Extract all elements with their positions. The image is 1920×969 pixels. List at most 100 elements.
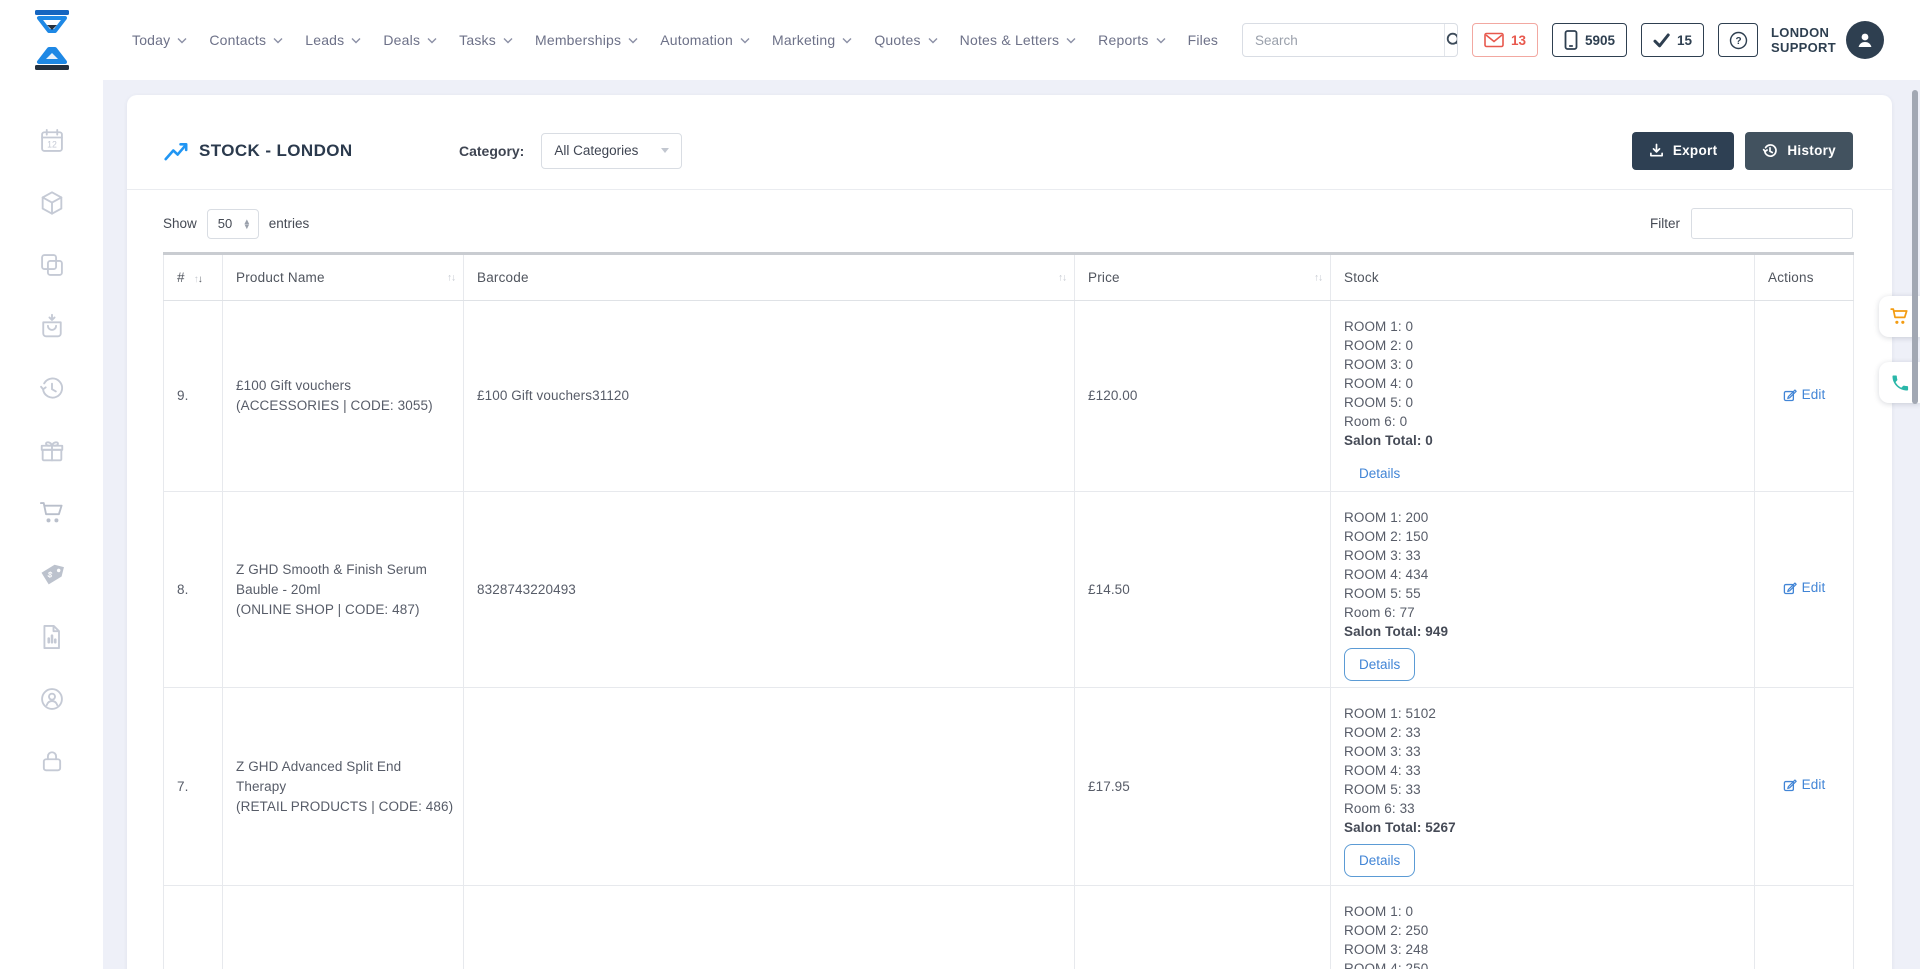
app-logo-icon[interactable]: [30, 9, 74, 71]
column-header-stock[interactable]: Stock: [1331, 254, 1755, 301]
calls-count: 5905: [1585, 33, 1615, 48]
products-cube-icon: [38, 189, 66, 217]
column-header-actions: Actions: [1755, 254, 1854, 301]
user-avatar[interactable]: [1846, 21, 1884, 59]
cell-barcode: 8328743220493: [464, 492, 1075, 688]
nav-marketing[interactable]: Marketing: [772, 32, 852, 48]
tasks-indicator[interactable]: 15: [1641, 23, 1704, 57]
nav-reports[interactable]: Reports: [1098, 32, 1165, 48]
cart-icon: [38, 499, 66, 527]
chevron-down-icon: [1066, 37, 1076, 44]
sidebar-item-copy[interactable]: [38, 251, 66, 279]
price-tag-icon: $: [38, 561, 66, 589]
cart-icon: [1889, 306, 1910, 327]
cell-num: [164, 886, 223, 969]
edit-link[interactable]: Edit: [1783, 775, 1826, 795]
column-header-product-name[interactable]: Product Name↑↓: [223, 254, 464, 301]
sidebar-item-stock-report[interactable]: [38, 623, 66, 651]
details-button[interactable]: Details: [1344, 648, 1415, 681]
nav-tasks[interactable]: Tasks: [459, 32, 513, 48]
sidebar-item-security[interactable]: [38, 747, 66, 775]
column-header-price[interactable]: Price↑↓: [1075, 254, 1331, 301]
stock-report-icon: [38, 623, 66, 651]
salon-total: Salon Total: 5267: [1344, 818, 1754, 837]
edit-link[interactable]: Edit: [1783, 385, 1826, 405]
header-buttons: Export History: [1632, 132, 1853, 170]
column-header-num[interactable]: #↑↓: [164, 254, 223, 301]
table-row: 7. Z GHD Advanced Split End Therapy (RET…: [164, 688, 1854, 886]
lock-icon: [38, 747, 66, 775]
nav-memberships[interactable]: Memberships: [535, 32, 638, 48]
sidebar-item-account[interactable]: [38, 685, 66, 713]
chart-line-icon: [163, 138, 189, 164]
nav-deals[interactable]: Deals: [383, 32, 437, 48]
table-header-row: #↑↓ Product Name↑↓ Barcode↑↓ Price↑↓ Sto…: [164, 254, 1854, 301]
chevron-down-icon: [842, 37, 852, 44]
phone-icon: [1890, 373, 1910, 393]
details-button[interactable]: Details: [1344, 844, 1415, 877]
nav-contacts[interactable]: Contacts: [209, 32, 283, 48]
cell-stock: ROOM 1: 5102 ROOM 2: 33 ROOM 3: 33 ROOM …: [1331, 688, 1755, 886]
calls-indicator[interactable]: 5905: [1552, 23, 1627, 57]
chevron-down-icon: [661, 148, 669, 153]
table-row: 8. Z GHD Smooth & Finish Serum Bauble - …: [164, 492, 1854, 688]
cell-price: £120.00: [1075, 301, 1331, 492]
nav-notes-letters[interactable]: Notes & Letters: [960, 32, 1077, 48]
edit-icon: [1783, 778, 1797, 792]
help-circle-icon: ?: [1729, 31, 1748, 50]
sidebar-item-cart[interactable]: [38, 499, 66, 527]
details-button[interactable]: Details: [1344, 457, 1415, 490]
envelope-icon: [1484, 32, 1504, 48]
main-nav: Today Contacts Leads Deals Tasks Members…: [132, 32, 1218, 48]
panel-header: STOCK - LONDON Category: All Categories …: [127, 95, 1892, 190]
table-row: 9. £100 Gift vouchers (ACCESSORIES | COD…: [164, 301, 1854, 492]
cell-product-name: Z GHD Smooth & Finish Serum Bauble - 20m…: [223, 492, 464, 688]
sidebar-item-calendar[interactable]: 12: [38, 127, 66, 155]
sidebar-item-products[interactable]: [38, 189, 66, 217]
cell-actions: [1755, 886, 1854, 969]
help-button[interactable]: ?: [1718, 23, 1758, 57]
sidebar-item-orders-in[interactable]: [38, 313, 66, 341]
gift-icon: [38, 437, 66, 465]
topbar: Today Contacts Leads Deals Tasks Members…: [0, 0, 1920, 80]
search-input[interactable]: [1243, 33, 1444, 48]
category-label: Category:: [459, 143, 524, 159]
sidebar-item-pricing[interactable]: $: [38, 561, 66, 589]
edit-icon: [1783, 388, 1797, 402]
filter-label: Filter: [1650, 216, 1680, 231]
filter-input[interactable]: [1691, 208, 1853, 239]
sidebar-item-gifts[interactable]: [38, 437, 66, 465]
account-icon: [38, 685, 66, 713]
search-button[interactable]: [1444, 24, 1458, 56]
table-toolbar: Show 50 ▲▼ entries Filter: [163, 208, 1853, 239]
filter-wrap: Filter: [1650, 208, 1853, 239]
page-title: STOCK - LONDON: [199, 141, 353, 161]
vertical-scrollbar[interactable]: [1912, 90, 1918, 404]
edit-icon: [1783, 581, 1797, 595]
page-size-select[interactable]: 50 ▲▼: [207, 209, 259, 239]
cell-price: [1075, 886, 1331, 969]
panel-body: Show 50 ▲▼ entries Filter #↑↓ Product Na…: [127, 208, 1892, 969]
category-select[interactable]: All Categories: [541, 133, 682, 169]
nav-automation[interactable]: Automation: [660, 32, 750, 48]
nav-quotes[interactable]: Quotes: [874, 32, 937, 48]
sidebar-item-history[interactable]: [38, 375, 66, 403]
person-icon: [1855, 30, 1875, 50]
column-header-barcode[interactable]: Barcode↑↓: [464, 254, 1075, 301]
chevron-down-icon: [503, 37, 513, 44]
export-button[interactable]: Export: [1632, 132, 1735, 170]
chevron-down-icon: [273, 37, 283, 44]
nav-files[interactable]: Files: [1188, 32, 1219, 48]
cell-num: 7.: [164, 688, 223, 886]
select-arrows-icon: ▲▼: [243, 219, 251, 229]
cell-stock: ROOM 1: 0 ROOM 2: 250 ROOM 3: 248 ROOM 4…: [1331, 886, 1755, 969]
sidebar: 12 $: [0, 80, 103, 969]
nav-leads[interactable]: Leads: [305, 32, 361, 48]
sort-icon: ↑↓: [1314, 272, 1322, 283]
edit-link[interactable]: Edit: [1783, 578, 1826, 598]
mail-indicator[interactable]: 13: [1472, 23, 1538, 57]
history-button[interactable]: History: [1745, 132, 1853, 170]
cell-actions: Edit: [1755, 301, 1854, 492]
nav-today[interactable]: Today: [132, 32, 187, 48]
calendar-icon: 12: [38, 127, 66, 155]
